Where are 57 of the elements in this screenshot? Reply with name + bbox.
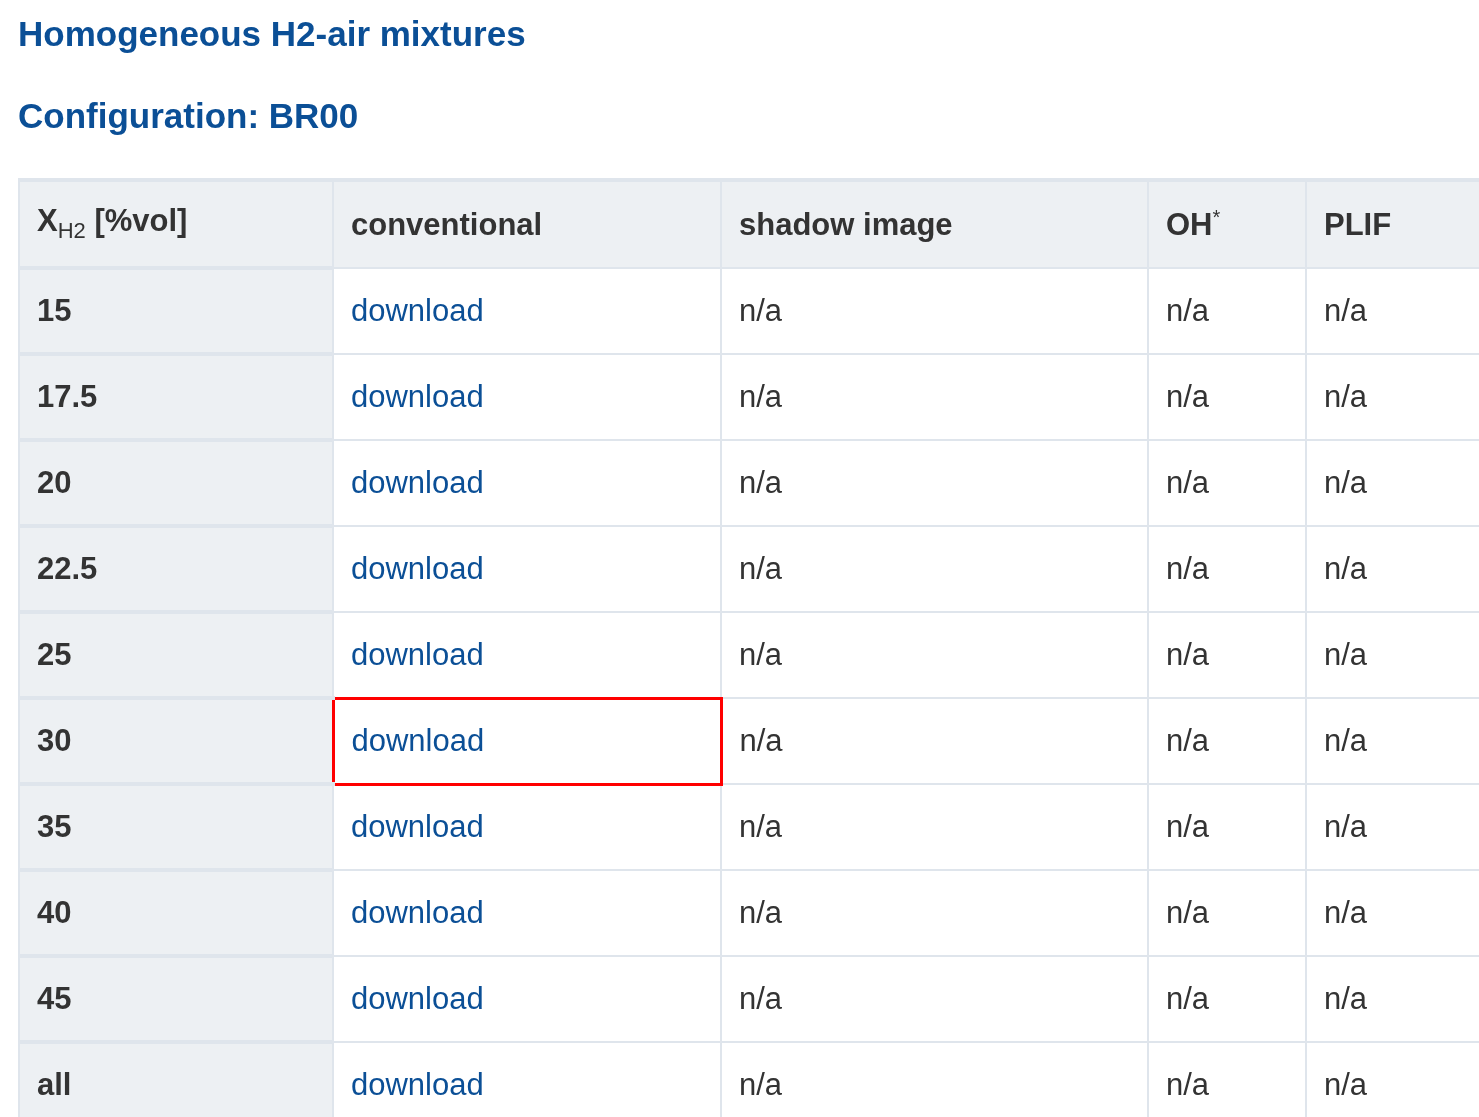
row-header-cell: 25 — [19, 612, 333, 698]
download-link[interactable]: download — [351, 895, 484, 930]
column-header: X$_{H2}$ [%vol] — [19, 180, 333, 268]
table-cell: n/a — [1306, 870, 1479, 956]
table-cell: n/a — [1306, 784, 1479, 870]
table-cell: n/a — [1148, 870, 1306, 956]
download-link[interactable]: download — [351, 551, 484, 586]
table-cell: n/a — [1306, 526, 1479, 612]
download-link[interactable]: download — [351, 981, 484, 1016]
table-cell: n/a — [721, 1042, 1148, 1117]
column-header: shadow image — [721, 180, 1148, 268]
row-header-cell: 35 — [19, 784, 333, 870]
row-header-cell: 30 — [19, 698, 333, 784]
column-header: conventional — [333, 180, 721, 268]
table-cell: n/a — [1148, 268, 1306, 354]
row-header-cell: 17.5 — [19, 354, 333, 440]
table-cell: n/a — [1148, 354, 1306, 440]
section-heading: Configuration: BR00 — [18, 96, 360, 136]
row-header-cell: 40 — [19, 870, 333, 956]
download-link[interactable]: download — [351, 723, 485, 758]
table-cell: n/a — [721, 784, 1148, 870]
table-cell: n/a — [1306, 440, 1479, 526]
column-header: OH$^{*}$ — [1148, 180, 1306, 268]
table-cell: n/a — [721, 956, 1148, 1042]
row-header-cell: 20 — [19, 440, 333, 526]
table-cell: n/a — [1306, 956, 1479, 1042]
row-header-cell: 22.5 — [19, 526, 333, 612]
table-cell: n/a — [1148, 956, 1306, 1042]
table-cell: n/a — [721, 612, 1148, 698]
download-link[interactable]: download — [351, 636, 484, 672]
column-header: PLIF — [1306, 180, 1479, 268]
table-cell: n/a — [1306, 354, 1479, 440]
download-link[interactable]: download — [351, 809, 484, 845]
table-cell: n/a — [721, 698, 1148, 784]
table-cell: n/a — [1148, 698, 1306, 784]
table-cell: n/a — [721, 526, 1148, 612]
table-cell: n/a — [1148, 612, 1306, 698]
table-cell: n/a — [1148, 784, 1306, 870]
table-cell: n/a — [1306, 268, 1479, 354]
download-link[interactable]: download — [351, 293, 484, 328]
table-cell: n/a — [1148, 440, 1306, 526]
table-cell: n/a — [721, 440, 1148, 526]
table-cell: n/a — [1306, 1042, 1479, 1117]
row-header-cell: 15 — [19, 268, 333, 354]
row-header-cell: 45 — [19, 956, 333, 1042]
download-link[interactable]: download — [351, 1066, 484, 1102]
table-cell: n/a — [721, 268, 1148, 354]
table-cell: n/a — [1306, 612, 1479, 698]
table-cell: n/a — [721, 870, 1148, 956]
table-cell: n/a — [721, 354, 1148, 440]
download-link[interactable]: download — [351, 379, 484, 414]
page-title: Homogeneous H2-air mixtures — [18, 14, 527, 54]
table-cell: n/a — [1148, 1042, 1306, 1117]
table-cell: n/a — [1148, 526, 1306, 612]
row-header-cell: all — [19, 1042, 333, 1117]
download-link[interactable]: download — [351, 465, 484, 500]
table-cell: n/a — [1306, 698, 1479, 784]
